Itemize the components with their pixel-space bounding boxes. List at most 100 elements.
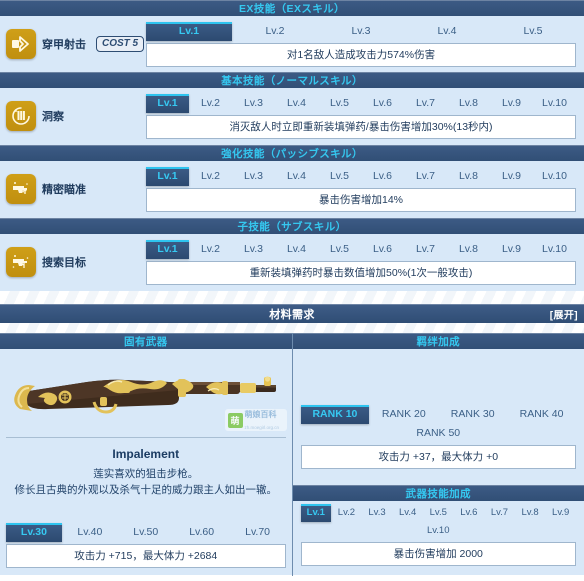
level-tabs-ex: Lv.1 Lv.2 Lv.3 Lv.4 Lv.5 (146, 22, 576, 41)
weapon-level-tabs: Lv.30 Lv.40 Lv.50 Lv.60 Lv.70 (6, 522, 286, 542)
bond-rank-tabs: RANK 10 RANK 20 RANK 30 RANK 40 RANK 50 (300, 405, 577, 443)
section-header-ex: EX技能（EXスキル） (0, 0, 584, 16)
lower-panels: 固有武器 萌 萌娘百科 zh.moegirl.org.cn Impalement… (0, 333, 584, 576)
level-tab-normal-1[interactable]: Lv.1 (146, 94, 189, 113)
skill-name-ex: 穿甲射击 (42, 39, 86, 51)
level-tab-passive-3[interactable]: Lv.3 (232, 167, 275, 186)
level-tab-sub-8[interactable]: Lv.8 (447, 240, 490, 259)
weapon-level-tab-40[interactable]: Lv.40 (62, 523, 118, 542)
level-tab-ex-4[interactable]: Lv.4 (404, 22, 490, 41)
level-tab-normal-3[interactable]: Lv.3 (232, 94, 275, 113)
precision-aim-icon (6, 174, 36, 204)
weapon-skill-tab-5[interactable]: Lv.5 (423, 504, 454, 522)
character-skill-page: EX技能（EXスキル） 穿甲射击 COST 5 Lv.1 Lv.2 Lv.3 L… (0, 0, 584, 581)
weapon-skill-tab-8[interactable]: Lv.8 (515, 504, 546, 522)
level-tab-normal-2[interactable]: Lv.2 (189, 94, 232, 113)
level-tab-sub-1[interactable]: Lv.1 (146, 240, 189, 259)
level-tab-sub-4[interactable]: Lv.4 (275, 240, 318, 259)
skill-levels-ex: Lv.1 Lv.2 Lv.3 Lv.4 Lv.5 对1名敌人造成攻击力574%伤… (146, 22, 576, 67)
bond-rank-tab-30[interactable]: RANK 30 (438, 405, 507, 424)
level-tab-passive-10[interactable]: Lv.10 (533, 167, 576, 186)
weapon-skill-tab-7[interactable]: Lv.7 (484, 504, 515, 522)
bond-rank-tab-50[interactable]: RANK 50 (301, 424, 577, 443)
section-header-unique-weapon-label: 固有武器 (123, 335, 168, 348)
section-header-passive-label: 強化技能（パッシブスキル） (221, 147, 363, 160)
level-tab-passive-8[interactable]: Lv.8 (447, 167, 490, 186)
level-tab-sub-7[interactable]: Lv.7 (404, 240, 447, 259)
skill-cost-badge: COST 5 (96, 36, 145, 52)
level-tab-ex-3[interactable]: Lv.3 (318, 22, 404, 41)
weapon-level-tab-70[interactable]: Lv.70 (230, 523, 286, 542)
level-tab-passive-7[interactable]: Lv.7 (404, 167, 447, 186)
level-tabs-passive: Lv.1 Lv.2 Lv.3 Lv.4 Lv.5 Lv.6 Lv.7 Lv.8 … (146, 167, 576, 186)
material-expand-toggle[interactable]: [展开] (550, 306, 578, 321)
weapon-description-line2: 修长且古典的外观以及杀气十足的威力跟主人如出一辙。 (14, 484, 278, 497)
level-tab-passive-9[interactable]: Lv.9 (490, 167, 533, 186)
weapon-description-line1: 莲实喜欢的狙击步枪。 (93, 468, 199, 480)
skill-block-sub: 搜索目标 Lv.1 Lv.2 Lv.3 Lv.4 Lv.5 Lv.6 Lv.7 … (0, 234, 584, 291)
bond-rank-tab-40[interactable]: RANK 40 (507, 405, 576, 424)
level-tab-ex-2[interactable]: Lv.2 (232, 22, 318, 41)
level-tab-passive-6[interactable]: Lv.6 (361, 167, 404, 186)
watermark-title: 萌娘百科 (244, 410, 277, 419)
section-header-sub-label: 子技能（サブスキル） (237, 220, 347, 233)
section-header-passive: 強化技能（パッシブスキル） (0, 145, 584, 161)
skill-levels-normal: Lv.1 Lv.2 Lv.3 Lv.4 Lv.5 Lv.6 Lv.7 Lv.8 … (146, 94, 576, 139)
weapon-level-tab-50[interactable]: Lv.50 (118, 523, 174, 542)
bond-rank-tab-10[interactable]: RANK 10 (300, 405, 370, 424)
level-tab-normal-6[interactable]: Lv.6 (361, 94, 404, 113)
level-tab-normal-8[interactable]: Lv.8 (447, 94, 490, 113)
level-tab-passive-2[interactable]: Lv.2 (189, 167, 232, 186)
weapon-level-tab-60[interactable]: Lv.60 (174, 523, 230, 542)
weapon-stats: 攻击力 +715，最大体力 +2684 (6, 543, 286, 568)
skill-description-ex: 对1名敌人造成攻击力574%伤害 (146, 43, 576, 67)
unique-weapon-body: 萌 萌娘百科 zh.moegirl.org.cn Impalement 莲实喜欢… (0, 349, 292, 575)
level-tab-normal-9[interactable]: Lv.9 (490, 94, 533, 113)
weapon-skill-tab-3[interactable]: Lv.3 (362, 504, 393, 522)
level-tab-passive-5[interactable]: Lv.5 (318, 167, 361, 186)
section-header-bond: 羁绊加成 (292, 333, 584, 349)
level-tab-sub-6[interactable]: Lv.6 (361, 240, 404, 259)
skill-levels-passive: Lv.1 Lv.2 Lv.3 Lv.4 Lv.5 Lv.6 Lv.7 Lv.8 … (146, 167, 576, 212)
weapon-skill-tab-2[interactable]: Lv.2 (331, 504, 362, 522)
weapon-skill-level-tabs: Lv.1 Lv.2 Lv.3 Lv.4 Lv.5 Lv.6 Lv.7 Lv.8 … (300, 504, 577, 540)
weapon-image: 萌 萌娘百科 zh.moegirl.org.cn (0, 349, 292, 437)
level-tab-passive-1[interactable]: Lv.1 (146, 167, 189, 186)
section-header-material: 材料需求 [展开] (0, 304, 584, 323)
skill-name-sub: 搜索目标 (42, 257, 86, 269)
level-tab-sub-5[interactable]: Lv.5 (318, 240, 361, 259)
level-tab-normal-5[interactable]: Lv.5 (318, 94, 361, 113)
level-tab-sub-9[interactable]: Lv.9 (490, 240, 533, 259)
skill-block-passive: 精密瞄准 Lv.1 Lv.2 Lv.3 Lv.4 Lv.5 Lv.6 Lv.7 … (0, 161, 584, 218)
section-header-weapon-skill-label: 武器技能加成 (405, 487, 471, 500)
section-header-sub: 子技能（サブスキル） (0, 218, 584, 234)
search-target-icon (6, 247, 36, 277)
weapon-skill-tab-10[interactable]: Lv.10 (301, 522, 577, 540)
level-tab-sub-3[interactable]: Lv.3 (232, 240, 275, 259)
level-tabs-normal: Lv.1 Lv.2 Lv.3 Lv.4 Lv.5 Lv.6 Lv.7 Lv.8 … (146, 94, 576, 113)
site-watermark: 萌 萌娘百科 zh.moegirl.org.cn (224, 409, 287, 431)
weapon-skill-tab-9[interactable]: Lv.9 (545, 504, 576, 522)
weapon-skill-tab-4[interactable]: Lv.4 (392, 504, 423, 522)
level-tab-ex-5[interactable]: Lv.5 (490, 22, 576, 41)
level-tab-ex-1[interactable]: Lv.1 (146, 22, 232, 41)
level-tab-normal-10[interactable]: Lv.10 (533, 94, 576, 113)
weapon-skill-tab-1[interactable]: Lv.1 (300, 504, 332, 522)
section-header-normal-label: 基本技能（ノーマルスキル） (221, 74, 363, 87)
level-tab-normal-7[interactable]: Lv.7 (404, 94, 447, 113)
section-header-unique-weapon: 固有武器 (0, 333, 292, 349)
insight-icon (6, 101, 36, 131)
skill-description-normal: 消灭敌人时立即重新装填弹药/暴击伤害增加30%(13秒内) (146, 115, 576, 139)
level-tab-sub-10[interactable]: Lv.10 (533, 240, 576, 259)
level-tab-normal-4[interactable]: Lv.4 (275, 94, 318, 113)
weapon-level-tab-30[interactable]: Lv.30 (6, 522, 62, 542)
bond-rank-tab-20[interactable]: RANK 20 (369, 405, 438, 424)
skill-description-passive: 暴击伤害增加14% (146, 188, 576, 212)
level-tab-sub-2[interactable]: Lv.2 (189, 240, 232, 259)
level-tabs-sub: Lv.1 Lv.2 Lv.3 Lv.4 Lv.5 Lv.6 Lv.7 Lv.8 … (146, 240, 576, 259)
weapon-skill-tab-6[interactable]: Lv.6 (454, 504, 485, 522)
skill-identity-sub: 搜索目标 (6, 240, 146, 277)
skill-identity-ex: 穿甲射击 COST 5 (6, 22, 146, 59)
watermark-subtitle: zh.moegirl.org.cn (244, 425, 280, 430)
level-tab-passive-4[interactable]: Lv.4 (275, 167, 318, 186)
